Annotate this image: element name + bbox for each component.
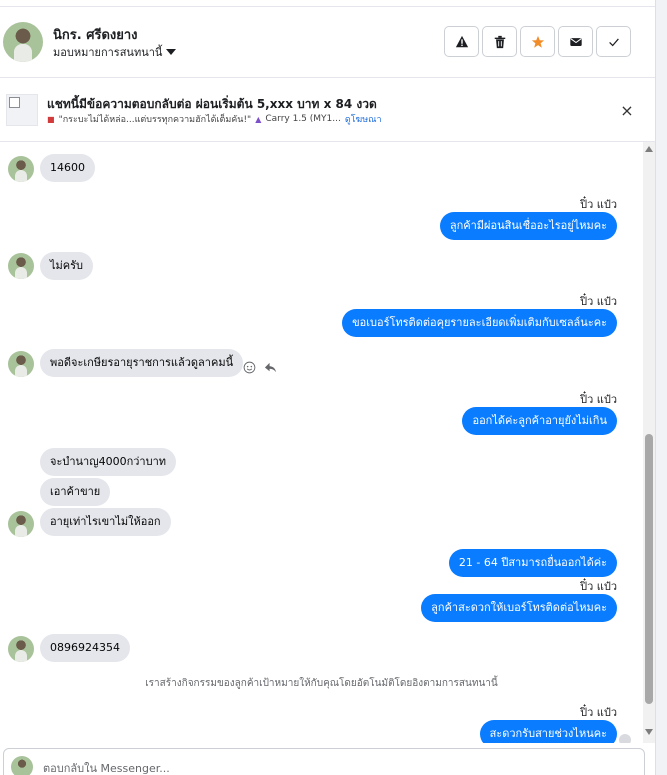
outgoing-message[interactable]: 21 - 64 ปีสามารถยื่นออกได้ค่ะ — [448, 549, 617, 577]
smiley-icon[interactable] — [243, 361, 256, 374]
avatar — [8, 156, 34, 182]
incoming-message[interactable]: เอาค้าขาย — [40, 478, 111, 506]
contact-avatar[interactable] — [3, 22, 43, 62]
caret-down-icon — [166, 49, 177, 55]
sender-name: ปิ๋ว แป๋ว — [580, 580, 617, 593]
car-icon: ■ — [47, 114, 55, 124]
sender-name: ปิ๋ว แป๋ว — [580, 393, 617, 406]
thread-scrollbar[interactable] — [643, 142, 655, 743]
view-ad-link[interactable]: ดูโฆษณา — [345, 112, 382, 126]
seen-indicator — [619, 734, 631, 743]
message-actions — [243, 361, 277, 374]
avatar — [11, 756, 33, 775]
mark-unread-button[interactable] — [558, 26, 593, 57]
scroll-up-icon[interactable] — [645, 146, 653, 152]
check-icon — [608, 38, 619, 46]
ad-headline: "กระบะไม่ได้หล่อ...แต่บรรทุกความฮักได้เต… — [58, 115, 252, 125]
warning-icon — [455, 35, 468, 47]
outgoing-message[interactable]: ขอเบอร์โทรติดต่อคุยรายละเอียดเพิ่มเติมกั… — [342, 309, 617, 337]
outgoing-message[interactable]: ลูกค้ามีผ่อนสินเชื่ออะไรอยู่ไหมคะ — [439, 212, 617, 240]
incoming-message[interactable]: อายุเท่าไรเขาไม่ให้ออก — [40, 508, 171, 536]
sender-name: ปิ๋ว แป๋ว — [580, 198, 617, 211]
mark-spam-button[interactable] — [444, 26, 479, 57]
scroll-down-icon[interactable] — [645, 729, 653, 735]
assign-label: มอบหมายการสนทนานี้ — [53, 46, 163, 59]
sender-name: ปิ๋ว แป๋ว — [580, 295, 617, 308]
contact-name[interactable]: นิกร. ศรีดงยาง — [53, 24, 138, 45]
ad-car-model: Carry 1.5 (MY1... — [265, 114, 341, 124]
assign-conversation-dropdown[interactable]: มอบหมายการสนทนานี้ — [53, 43, 177, 61]
incoming-message[interactable]: ไม่ครับ — [40, 252, 94, 280]
mail-icon — [569, 37, 582, 46]
reply-icon[interactable] — [264, 361, 277, 374]
incoming-message[interactable]: พอดีจะเกษียรอายุราชการแล้วดูลาคมนี้ — [40, 349, 244, 377]
message-thread: 14600 ปิ๋ว แป๋ว ลูกค้ามีผ่อนสินเชื่ออะไร… — [0, 142, 643, 743]
conversation-header: นิกร. ศรีดงยาง มอบหมายการสนทนานี้ — [0, 7, 655, 78]
incoming-message[interactable]: 14600 — [40, 154, 95, 182]
outgoing-message[interactable]: สะดวกรับสายช่วงไหนคะ — [479, 720, 617, 743]
delete-button[interactable] — [482, 26, 517, 57]
incoming-message[interactable]: จะบำนาญ4000กว่าบาท — [40, 448, 176, 476]
top-strip — [0, 0, 655, 7]
incoming-message[interactable]: 0896924354 — [40, 634, 130, 662]
outgoing-message[interactable]: ลูกค้าสะดวกให้เบอร์โทรติดต่อไหมคะ — [421, 594, 617, 622]
reply-composer[interactable]: ตอบกลับใน Messenger... — [3, 748, 645, 775]
scrollbar-thumb[interactable] — [645, 434, 653, 704]
trash-icon — [494, 35, 505, 48]
star-icon — [531, 35, 544, 48]
right-gutter — [655, 0, 667, 775]
outgoing-message[interactable]: ออกได้ค่ะลูกค้าอายุยังไม่เกิน — [462, 407, 617, 435]
sender-name: ปิ๋ว แป๋ว — [580, 706, 617, 719]
ad-thumbnail[interactable] — [6, 94, 38, 126]
reply-input[interactable]: ตอบกลับใน Messenger... — [43, 759, 170, 775]
car-model-icon: ▲ — [255, 114, 262, 124]
avatar — [8, 253, 34, 279]
ad-context-bar: แชทนี้มีข้อความตอบกลับต่อ ผ่อนเริ่มต้น 5… — [0, 78, 655, 142]
mark-done-button[interactable] — [596, 26, 631, 57]
star-button[interactable] — [520, 26, 555, 57]
close-icon[interactable]: × — [619, 101, 635, 120]
avatar — [8, 636, 34, 662]
avatar — [8, 351, 34, 377]
avatar — [8, 511, 34, 537]
system-notice: เราสร้างกิจกรรมของลูกค้าเป้าหมายให้กับคุ… — [145, 678, 498, 689]
ad-subtitle: ■ "กระบะไม่ได้หล่อ...แต่บรรทุกความฮักได้… — [47, 112, 382, 126]
